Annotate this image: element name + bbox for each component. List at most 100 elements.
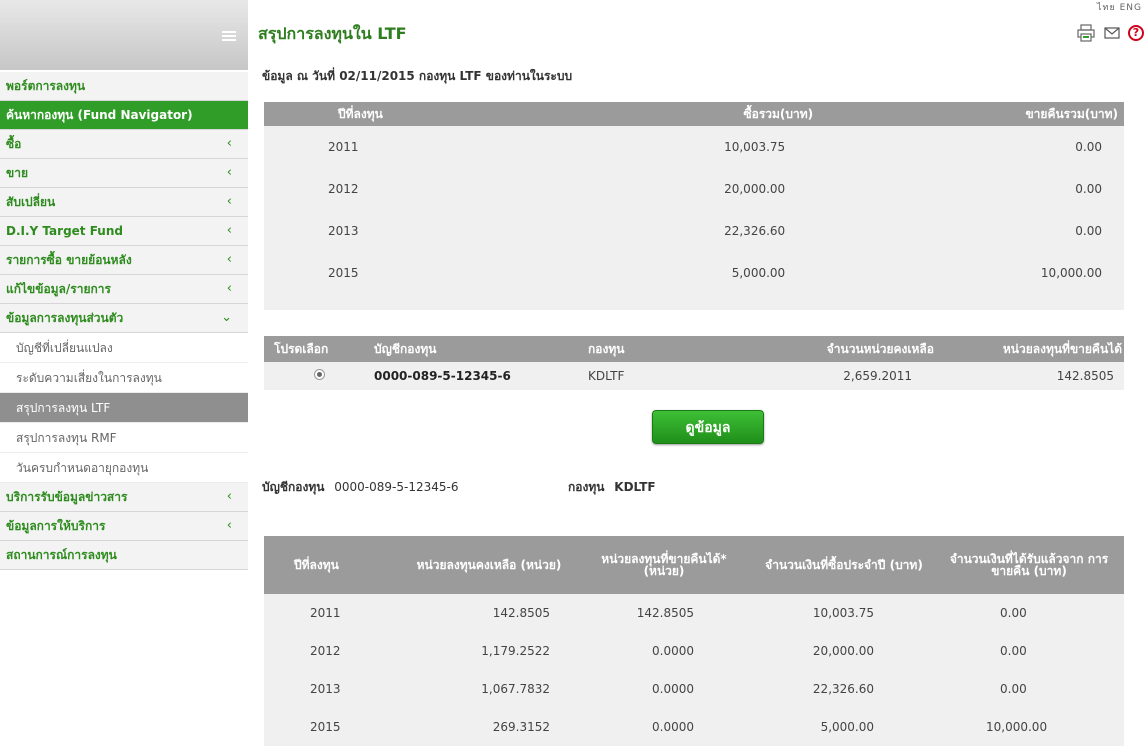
fund-value: KDLTF — [614, 480, 656, 494]
column-header: กองทุน — [564, 336, 744, 362]
column-header: บัญชีกองทุน — [364, 336, 564, 362]
sidebar-item-switch[interactable]: สับเปลี่ยน ‹ — [0, 188, 248, 217]
sidebar-item-sell[interactable]: ขาย ‹ — [0, 159, 248, 188]
table-cell: 0.00 — [907, 126, 1124, 168]
sidebar-item-portfolio[interactable]: พอร์ตการลงทุน — [0, 72, 248, 101]
menu-icon[interactable] — [222, 31, 236, 41]
table-cell: 1,067.7832 — [404, 670, 574, 708]
table-spacer — [264, 294, 1124, 310]
table-row: 2012 1,179.2522 0.0000 20,000.00 0.00 — [264, 632, 1124, 670]
sidebar-subitem-ltf-summary[interactable]: สรุปการลงทุน LTF — [0, 393, 248, 423]
chevron-left-icon: ‹ — [226, 518, 232, 533]
sidebar-item-buy[interactable]: ซื้อ ‹ — [0, 130, 248, 159]
chevron-left-icon: ‹ — [226, 165, 232, 180]
column-header: โปรดเลือก — [264, 336, 364, 362]
mail-icon[interactable] — [1102, 24, 1122, 42]
sidebar-item-label: รายการซื้อ ขายย้อนหลัง — [6, 253, 132, 267]
table-cell: 2013 — [264, 210, 522, 252]
table-cell: 2013 — [264, 670, 404, 708]
table-row: 2011 10,003.75 0.00 — [264, 126, 1124, 168]
toolbar: ? — [1076, 24, 1144, 42]
data-date-info: ข้อมูล ณ วันที่ 02/11/2015 กองทุน LTF ขอ… — [262, 69, 573, 83]
table-cell: KDLTF — [564, 362, 744, 390]
table-cell: 2011 — [264, 594, 404, 632]
sidebar-subitem-risk-level[interactable]: ระดับความเสี่ยงในการลงทุน — [0, 363, 248, 393]
sidebar-subitem-rmf-summary[interactable]: สรุปการลงทุน RMF — [0, 423, 248, 453]
sidebar-item-label: ค้นหากองทุน (Fund Navigator) — [6, 108, 193, 122]
sidebar-item-investment-situation[interactable]: สถานการณ์การลงทุน — [0, 541, 248, 570]
fund-radio-button[interactable] — [314, 369, 325, 380]
table-cell: 0.00 — [934, 632, 1124, 670]
sidebar-item-label: สับเปลี่ยน — [6, 195, 56, 209]
table-cell: 142.8505 — [944, 362, 1124, 390]
table-cell: 22,326.60 — [754, 670, 934, 708]
table-cell: 269.3152 — [404, 708, 574, 746]
sidebar-item-personal-info[interactable]: ข้อมูลการลงทุนส่วนตัว ⌄ — [0, 304, 248, 333]
sidebar-subitem-changed-accounts[interactable]: บัญชีที่เปลี่ยนแปลง — [0, 333, 248, 363]
table-cell: 2015 — [264, 252, 522, 294]
table-row: 2013 22,326.60 0.00 — [264, 210, 1124, 252]
table-cell: 2015 — [264, 708, 404, 746]
table-cell: 10,000.00 — [934, 708, 1124, 746]
chevron-left-icon: ‹ — [226, 281, 232, 296]
sidebar-header — [0, 0, 248, 70]
column-header: ซื้อรวม(บาท) — [521, 102, 908, 126]
table-row: 0000-089-5-12345-6 KDLTF 2,659.2011 142.… — [264, 362, 1124, 390]
table-cell: 2012 — [264, 168, 522, 210]
help-icon[interactable]: ? — [1128, 25, 1144, 41]
sidebar-item-fund-navigator[interactable]: ค้นหากองทุน (Fund Navigator) — [0, 101, 248, 130]
table-cell: 2012 — [264, 632, 404, 670]
sidebar: พอร์ตการลงทุน ค้นหากองทุน (Fund Navigato… — [0, 0, 248, 570]
column-header: หน่วยลงทุนที่ขายคืนได้ — [944, 336, 1124, 362]
sidebar-item-label: ข้อมูลการลงทุนส่วนตัว — [6, 311, 124, 325]
chevron-down-icon: ⌄ — [221, 310, 232, 325]
sidebar-subitem-fund-maturity[interactable]: วันครบกำหนดอายุกองทุน — [0, 453, 248, 483]
column-header: หน่วยลงทุนที่ขายคืนได้* (หน่วย) — [574, 536, 754, 594]
fund-label: กองทุน — [568, 480, 605, 494]
sidebar-item-label: ข้อมูลการให้บริการ — [6, 519, 106, 533]
column-header: จำนวนหน่วยคงเหลือ — [744, 336, 944, 362]
table-cell: 0.0000 — [574, 632, 754, 670]
sidebar-item-edit-info[interactable]: แก้ไขข้อมูล/รายการ ‹ — [0, 275, 248, 304]
table-row: 2015 5,000.00 10,000.00 — [264, 252, 1124, 294]
table-cell: 0.00 — [934, 670, 1124, 708]
table-cell: 20,000.00 — [521, 168, 908, 210]
page-title: สรุปการลงทุนใน LTF — [258, 24, 407, 43]
column-header: หน่วยลงทุนคงเหลือ (หน่วย) — [404, 536, 574, 594]
table-cell: 0.00 — [907, 210, 1124, 252]
sidebar-item-label: ซื้อ — [6, 137, 22, 151]
column-header: ขายคืนรวม(บาท) — [907, 102, 1124, 126]
table-row: 2012 20,000.00 0.00 — [264, 168, 1124, 210]
view-data-button[interactable]: ดูข้อมูล — [652, 410, 764, 444]
sidebar-item-label: บริการรับข้อมูลข่าวสาร — [6, 490, 128, 504]
column-header: ปีที่ลงทุน — [264, 536, 404, 594]
sidebar-item-history[interactable]: รายการซื้อ ขายย้อนหลัง ‹ — [0, 246, 248, 275]
sidebar-item-label: สถานการณ์การลงทุน — [6, 548, 117, 562]
chevron-left-icon: ‹ — [226, 223, 232, 238]
chevron-left-icon: ‹ — [226, 194, 232, 209]
sidebar-item-news-service[interactable]: บริการรับข้อมูลข่าวสาร ‹ — [0, 483, 248, 512]
table-cell: 0000-089-5-12345-6 — [364, 362, 564, 390]
sidebar-item-diy-target-fund[interactable]: D.I.Y Target Fund ‹ — [0, 217, 248, 246]
fund-select-table: โปรดเลือก บัญชีกองทุน กองทุน จำนวนหน่วยค… — [264, 336, 1124, 390]
table-row: 2015 269.3152 0.0000 5,000.00 10,000.00 — [264, 708, 1124, 746]
sidebar-item-label: แก้ไขข้อมูล/รายการ — [6, 282, 111, 296]
table-header-row: โปรดเลือก บัญชีกองทุน กองทุน จำนวนหน่วยค… — [264, 336, 1124, 362]
table-cell: 22,326.60 — [521, 210, 908, 252]
table-cell: 10,000.00 — [907, 252, 1124, 294]
table-cell: 0.0000 — [574, 708, 754, 746]
table-cell: 0.00 — [907, 168, 1124, 210]
table-cell: 0.00 — [934, 594, 1124, 632]
table-row: 2011 142.8505 142.8505 10,003.75 0.00 — [264, 594, 1124, 632]
language-switch[interactable]: ไทย ENG — [1097, 0, 1142, 14]
selected-fund: กองทุน KDLTF — [568, 478, 656, 497]
table-cell: 20,000.00 — [754, 632, 934, 670]
account-value: 0000-089-5-12345-6 — [334, 480, 459, 494]
sidebar-item-service-info[interactable]: ข้อมูลการให้บริการ ‹ — [0, 512, 248, 541]
print-icon[interactable] — [1076, 24, 1096, 42]
summary-table: ปีที่ลงทุน ซื้อรวม(บาท) ขายคืนรวม(บาท) 2… — [264, 102, 1124, 310]
table-header-row: ปีที่ลงทุน หน่วยลงทุนคงเหลือ (หน่วย) หน่… — [264, 536, 1124, 594]
fund-radio-cell — [264, 362, 364, 390]
sidebar-item-label: ขาย — [6, 166, 28, 180]
table-cell: 1,179.2522 — [404, 632, 574, 670]
